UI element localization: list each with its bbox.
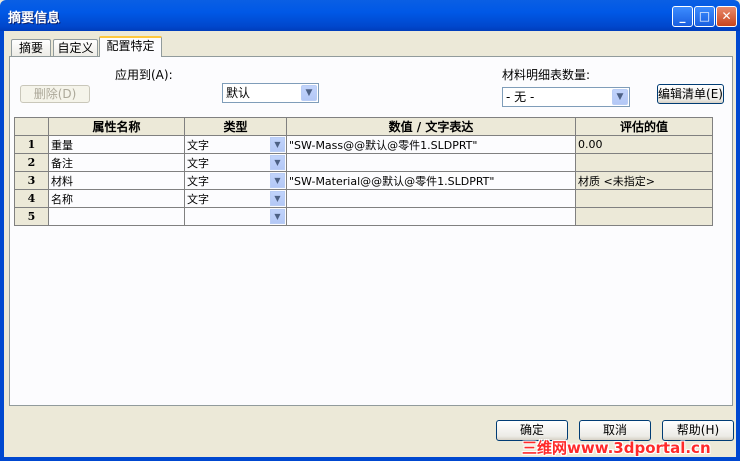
tab-summary[interactable]: 摘要 <box>11 39 51 57</box>
watermark: 三维网www.3dportal.cn <box>522 439 711 457</box>
apply-to-select[interactable]: 默认 ▼ <box>222 83 319 103</box>
header-property-name: 属性名称 <box>48 117 185 136</box>
chevron-down-icon[interactable]: ▼ <box>270 173 285 188</box>
evaluated-value-cell <box>575 153 713 172</box>
type-value: 文字 <box>187 156 209 170</box>
bom-qty-label: 材料明细表数量: <box>502 68 591 82</box>
chevron-down-icon[interactable]: ▼ <box>270 209 285 224</box>
value-expression-cell[interactable]: "SW-Mass@@默认@零件1.SLDPRT" <box>286 135 576 154</box>
window-title: 摘要信息 <box>8 11 61 26</box>
header-evaluated-value: 评估的值 <box>575 117 713 136</box>
header-value-expression: 数值 / 文字表达 <box>286 117 576 136</box>
value-expression-cell[interactable] <box>286 153 576 172</box>
chevron-down-icon[interactable]: ▼ <box>270 191 285 206</box>
header-type: 类型 <box>184 117 287 136</box>
edit-list-button[interactable]: 编辑清单(E) <box>657 84 724 104</box>
type-cell[interactable]: 文字 ▼ <box>184 135 287 154</box>
window-frame-left <box>0 31 4 461</box>
title-bar[interactable] <box>0 0 740 31</box>
value-expression-cell[interactable] <box>286 189 576 208</box>
type-cell[interactable]: 文字 ▼ <box>184 171 287 190</box>
row-number: 1 <box>14 135 49 154</box>
window-frame-right <box>736 31 740 461</box>
properties-table: 属性名称 类型 数值 / 文字表达 评估的值 1 重量 文字 ▼ "SW-Mass… <box>14 117 713 226</box>
evaluated-value-cell: 材质 <未指定> <box>575 171 713 190</box>
maximize-button[interactable]: □ <box>694 6 715 27</box>
type-value: 文字 <box>187 174 209 188</box>
chevron-down-icon[interactable]: ▼ <box>301 85 317 101</box>
delete-button[interactable]: 删除(D) <box>20 85 90 103</box>
evaluated-value-cell <box>575 189 713 208</box>
minimize-button[interactable]: _ <box>672 6 693 27</box>
table-row: 4 名称 文字 ▼ <box>14 189 713 208</box>
type-value: 文字 <box>187 138 209 152</box>
tab-config-specific[interactable]: 配置特定 <box>99 36 162 57</box>
type-cell[interactable]: 文字 ▼ <box>184 189 287 208</box>
row-number: 4 <box>14 189 49 208</box>
value-expression-cell[interactable] <box>286 207 576 226</box>
tab-panel <box>9 56 733 406</box>
table-row: 3 材料 文字 ▼ "SW-Material@@默认@零件1.SLDPRT" 材质… <box>14 171 713 190</box>
type-cell[interactable]: 文字 ▼ <box>184 153 287 172</box>
chevron-down-icon[interactable]: ▼ <box>612 89 628 105</box>
apply-to-value: 默认 <box>226 86 251 100</box>
tab-custom[interactable]: 自定义 <box>53 39 98 57</box>
property-name-cell[interactable]: 重量 <box>48 135 185 154</box>
bom-qty-value: - 无 - <box>506 90 535 104</box>
table-header-row: 属性名称 类型 数值 / 文字表达 评估的值 <box>14 117 713 136</box>
value-expression-cell[interactable]: "SW-Material@@默认@零件1.SLDPRT" <box>286 171 576 190</box>
evaluated-value-cell <box>575 207 713 226</box>
apply-to-label: 应用到(A): <box>115 68 173 82</box>
property-name-cell[interactable]: 备注 <box>48 153 185 172</box>
header-row-number <box>14 117 49 136</box>
bom-qty-select[interactable]: - 无 - ▼ <box>502 87 630 107</box>
row-number: 2 <box>14 153 49 172</box>
row-number: 3 <box>14 171 49 190</box>
property-name-cell[interactable]: 名称 <box>48 189 185 208</box>
row-number: 5 <box>14 207 49 226</box>
table-row: 5 ▼ <box>14 207 713 226</box>
property-name-cell[interactable] <box>48 207 185 226</box>
property-name-cell[interactable]: 材料 <box>48 171 185 190</box>
chevron-down-icon[interactable]: ▼ <box>270 137 285 152</box>
type-cell[interactable]: ▼ <box>184 207 287 226</box>
close-button[interactable]: ✕ <box>716 6 737 27</box>
type-value: 文字 <box>187 192 209 206</box>
evaluated-value-cell: 0.00 <box>575 135 713 154</box>
chevron-down-icon[interactable]: ▼ <box>270 155 285 170</box>
table-row: 1 重量 文字 ▼ "SW-Mass@@默认@零件1.SLDPRT" 0.00 <box>14 135 713 154</box>
table-row: 2 备注 文字 ▼ <box>14 153 713 172</box>
